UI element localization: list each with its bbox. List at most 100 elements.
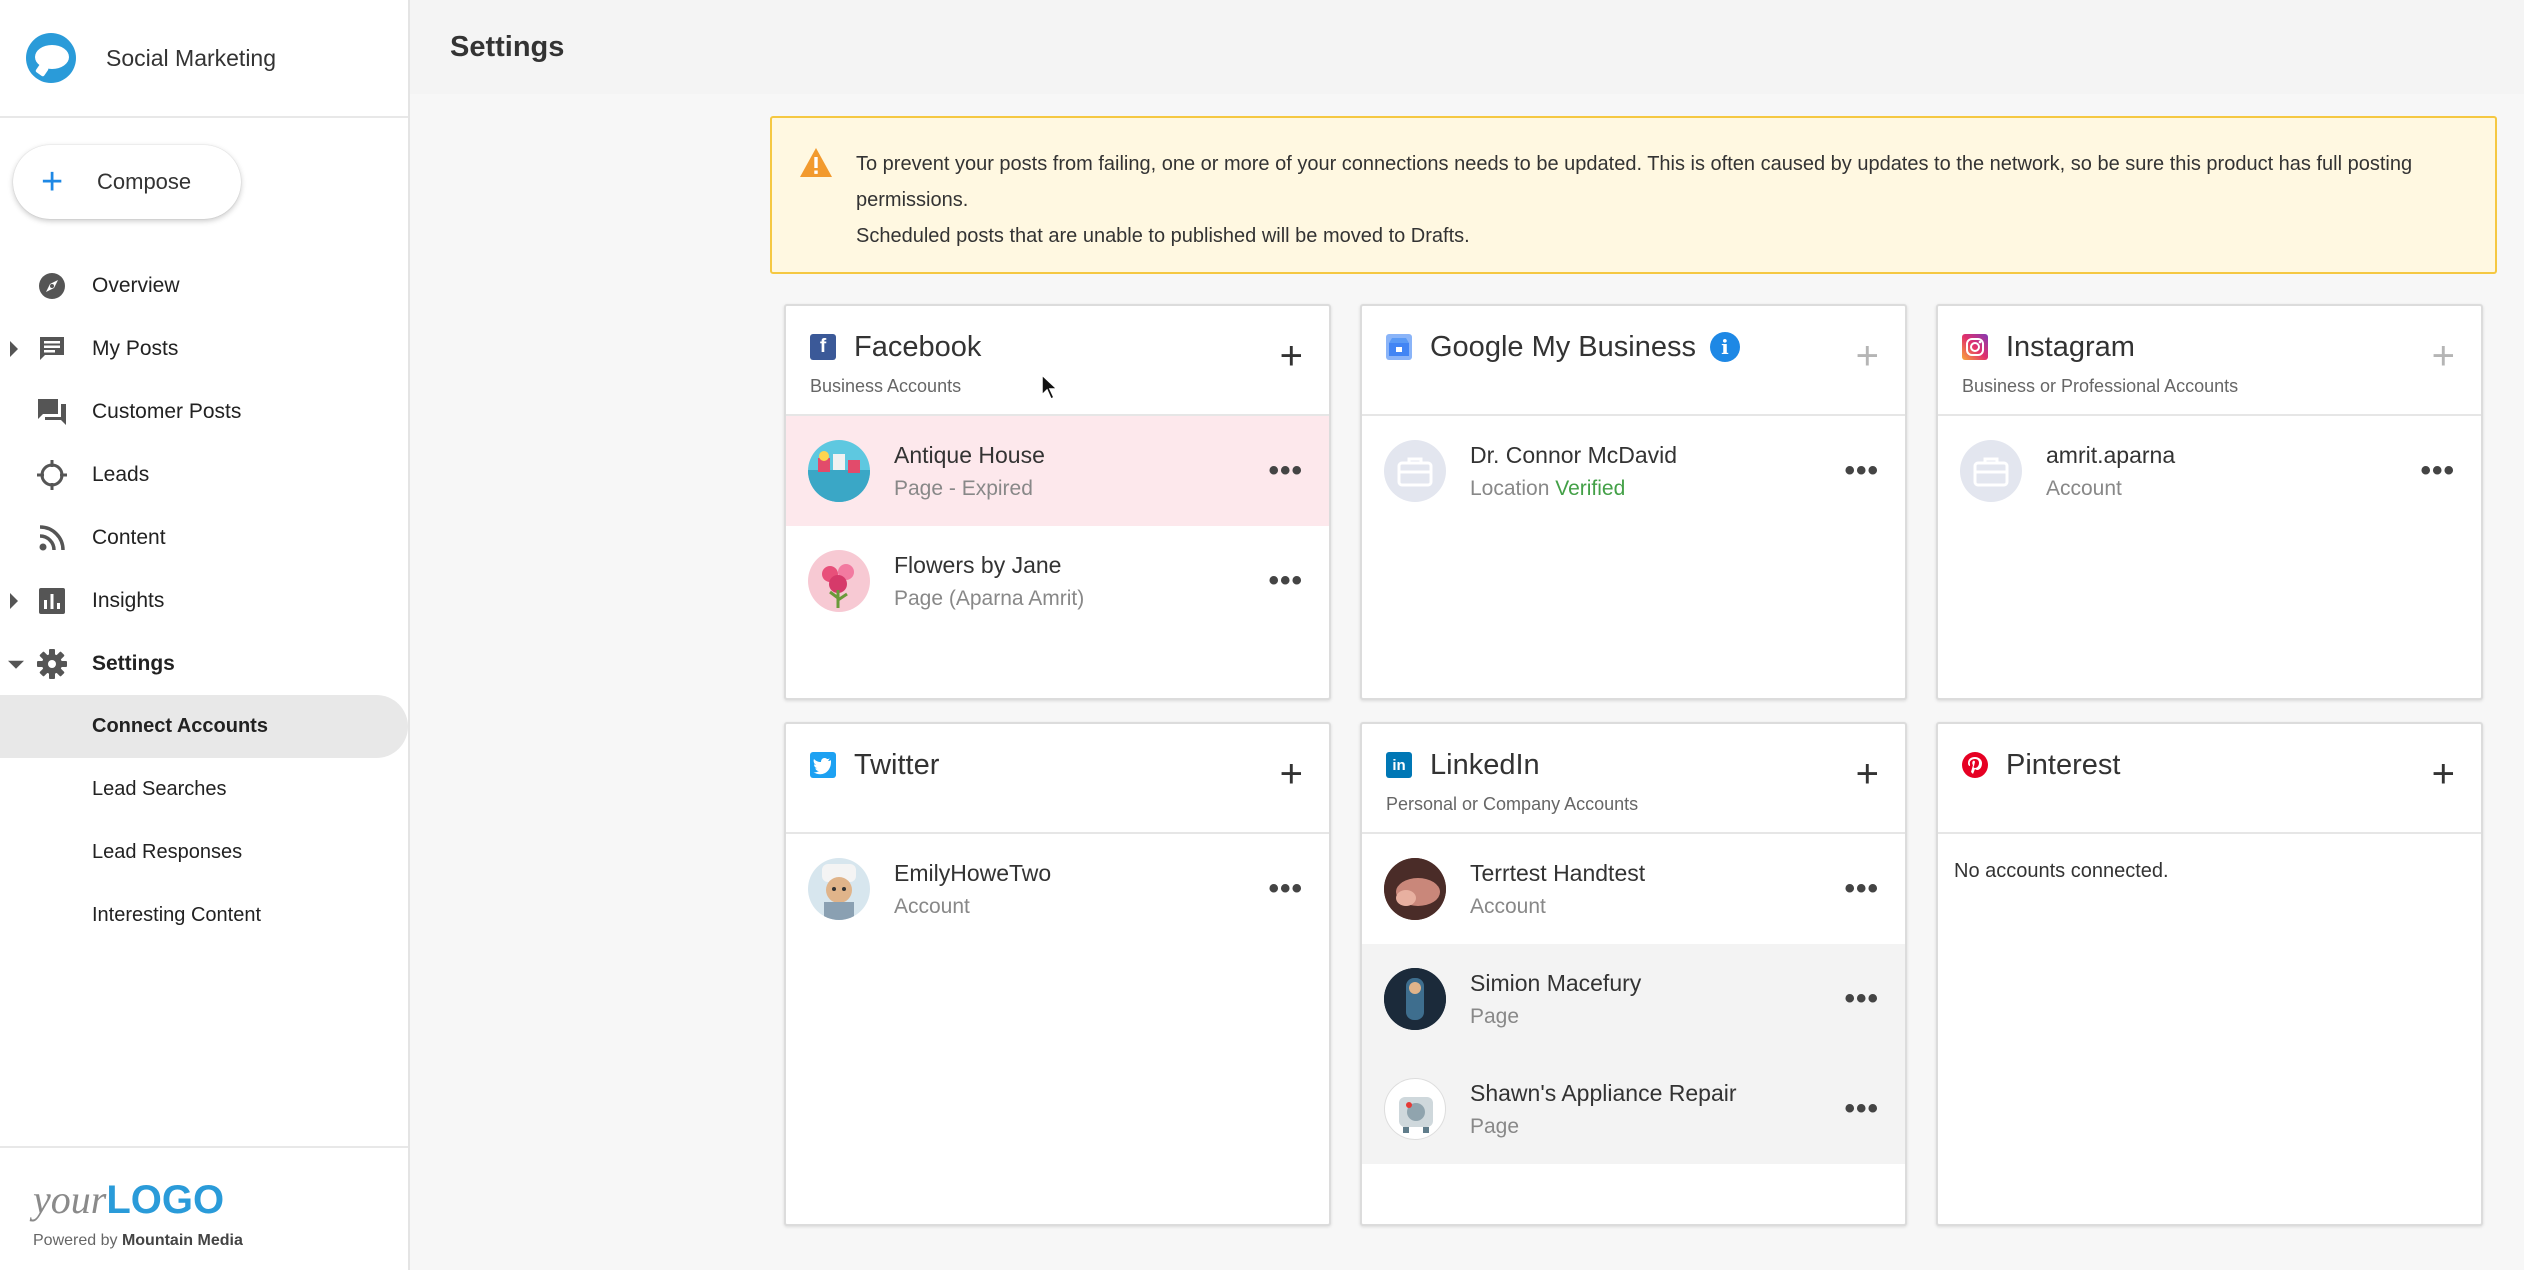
twitter-icon <box>810 752 836 778</box>
instagram-icon <box>1962 334 1988 360</box>
nav-item-customer-posts[interactable]: Customer Posts <box>0 380 408 443</box>
account-name: Dr. Connor McDavid <box>1470 441 1678 468</box>
bar-chart-icon <box>36 585 68 617</box>
card-title: Google My Business <box>1430 330 1696 363</box>
brand-header: Social Marketing <box>0 0 408 118</box>
warning-banner: To prevent your posts from failing, one … <box>770 116 2497 274</box>
more-options-icon[interactable]: ••• <box>1268 872 1303 906</box>
account-row[interactable]: Antique House Page - Expired ••• <box>786 416 1329 526</box>
account-row[interactable]: Terrtest Handtest Account ••• <box>1362 834 1905 944</box>
nav-label: Content <box>92 525 166 549</box>
app-logo-icon <box>26 33 76 83</box>
account-name: Flowers by Jane <box>894 551 1062 578</box>
linkedin-card: in LinkedIn Personal or Company Accounts… <box>1360 722 1907 1226</box>
nav-item-leads[interactable]: Leads <box>0 443 408 506</box>
avatar <box>1384 858 1446 920</box>
pinterest-icon <box>1962 752 1988 778</box>
crosshair-icon <box>36 459 68 491</box>
gear-icon <box>36 648 68 680</box>
card-title: Facebook <box>854 330 982 363</box>
compass-icon <box>36 270 68 302</box>
card-title: LinkedIn <box>1430 748 1540 781</box>
card-title: Twitter <box>854 748 940 781</box>
nav-label: Settings <box>92 651 175 675</box>
warning-text-line-2: Scheduled posts that are unable to publi… <box>856 225 1470 247</box>
facebook-icon: f <box>810 334 836 360</box>
more-options-icon[interactable]: ••• <box>1268 454 1303 488</box>
card-subtitle: Business or Professional Accounts <box>1962 376 2239 396</box>
mouse-cursor-icon <box>1041 373 1059 401</box>
account-row[interactable]: Shawn's Appliance Repair Page ••• <box>1362 1054 1905 1164</box>
account-name: EmilyHoweTwo <box>894 859 1052 886</box>
card-title: Pinterest <box>2006 748 2121 781</box>
more-options-icon[interactable]: ••• <box>1844 1092 1879 1126</box>
account-type: Account <box>2046 476 2122 500</box>
empty-state-message: No accounts connected. <box>1954 860 2169 882</box>
sidebar: Social Marketing + Compose Overview My P… <box>0 0 410 1270</box>
facebook-card: f Facebook Business Accounts + Antique H… <box>784 304 1331 700</box>
more-options-icon[interactable]: ••• <box>1844 454 1879 488</box>
instagram-card: Instagram Business or Professional Accou… <box>1936 304 2483 700</box>
nav-item-content[interactable]: Content <box>0 506 408 569</box>
nav-label: My Posts <box>92 336 179 360</box>
account-type: Account <box>1470 894 1546 918</box>
pinterest-card: Pinterest + No accounts connected. <box>1936 722 2483 1226</box>
compose-label: Compose <box>97 169 192 194</box>
linkedin-icon: in <box>1386 752 1412 778</box>
account-row[interactable]: Dr. Connor McDavid Location Verified ••• <box>1362 416 1905 526</box>
subnav-item-lead-responses[interactable]: Lead Responses <box>0 821 408 884</box>
rss-icon <box>36 522 68 554</box>
account-row[interactable]: Simion Macefury Page ••• <box>1362 944 1905 1054</box>
account-type: Account <box>894 894 970 918</box>
nav-item-overview[interactable]: Overview <box>0 254 408 317</box>
more-options-icon[interactable]: ••• <box>1268 564 1303 598</box>
account-row[interactable]: amrit.aparna Account ••• <box>1938 416 2481 526</box>
avatar <box>808 550 870 612</box>
add-twitter-account-button[interactable]: + <box>1280 754 1303 794</box>
account-type: Page <box>1470 1004 1520 1028</box>
subnav-item-lead-searches[interactable]: Lead Searches <box>0 758 408 821</box>
account-name: Simion Macefury <box>1470 969 1642 996</box>
add-facebook-account-button[interactable]: + <box>1280 336 1303 376</box>
card-header: Pinterest + <box>1938 724 2481 834</box>
add-linkedin-account-button[interactable]: + <box>1856 754 1879 794</box>
more-options-icon[interactable]: ••• <box>1844 982 1879 1016</box>
subnav-item-connect-accounts[interactable]: Connect Accounts <box>0 695 408 758</box>
card-header: Instagram Business or Professional Accou… <box>1938 306 2481 416</box>
nav-item-settings[interactable]: Settings <box>0 632 408 695</box>
more-options-icon[interactable]: ••• <box>2420 454 2455 488</box>
account-row[interactable]: Flowers by Jane Page (Aparna Amrit) ••• <box>786 526 1329 636</box>
account-name: Shawn's Appliance Repair <box>1470 1079 1737 1106</box>
google-my-business-card: Google My Business i + Dr. Connor McDavi… <box>1360 304 1907 700</box>
plus-icon: + <box>41 161 64 203</box>
nav-item-insights[interactable]: Insights <box>0 569 408 632</box>
account-row[interactable]: EmilyHoweTwo Account ••• <box>786 834 1329 944</box>
account-type: Page <box>1470 1114 1520 1138</box>
page-header: Settings <box>410 0 2524 94</box>
add-google-my-business-account-button[interactable]: + <box>1856 336 1879 376</box>
account-type: Page (Aparna Amrit) <box>894 586 1085 610</box>
account-type: Location Verified <box>1470 476 1626 500</box>
main-nav: Overview My Posts Customer Posts Leads C… <box>0 254 408 947</box>
add-pinterest-account-button[interactable]: + <box>2432 754 2455 794</box>
caret-down-icon[interactable] <box>8 660 24 669</box>
add-instagram-account-button[interactable]: + <box>2432 336 2455 376</box>
warning-icon <box>800 148 832 177</box>
compose-button[interactable]: + Compose <box>13 145 241 219</box>
caret-right-icon[interactable] <box>10 340 18 357</box>
avatar <box>1384 968 1446 1030</box>
app-name: Social Marketing <box>106 44 277 71</box>
caret-right-icon[interactable] <box>10 592 18 609</box>
card-header: in LinkedIn Personal or Company Accounts… <box>1362 724 1905 834</box>
twitter-card: Twitter + EmilyHoweTwo Account ••• <box>784 722 1331 1226</box>
verified-status: Verified <box>1555 476 1626 500</box>
more-options-icon[interactable]: ••• <box>1844 872 1879 906</box>
subnav-item-interesting-content[interactable]: Interesting Content <box>0 884 408 947</box>
google-my-business-icon <box>1386 334 1412 360</box>
briefcase-icon <box>1960 440 2022 502</box>
info-icon[interactable]: i <box>1709 332 1740 362</box>
nav-label: Leads <box>92 462 150 486</box>
nav-item-my-posts[interactable]: My Posts <box>0 317 408 380</box>
page-title: Settings <box>450 30 565 63</box>
avatar <box>808 858 870 920</box>
